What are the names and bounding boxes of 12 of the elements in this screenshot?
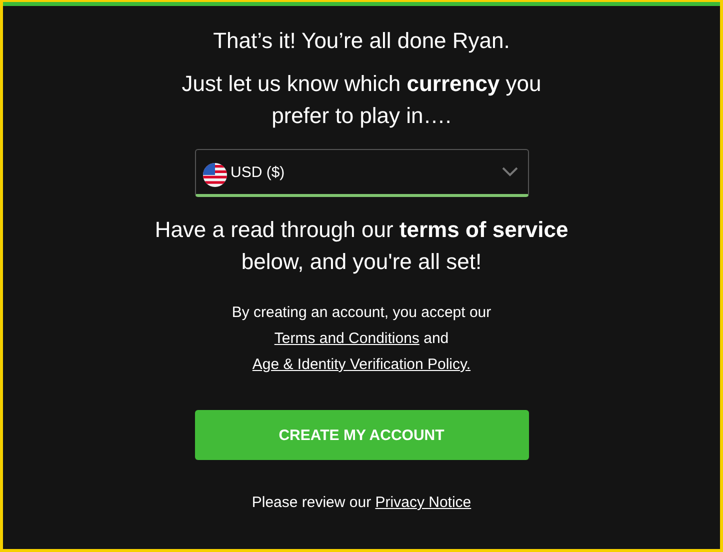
terms-link[interactable]: Terms and Conditions — [274, 330, 420, 347]
terms-heading: Have a read through our terms of service below, and you're all set! — [154, 216, 570, 276]
privacy-link[interactable]: Privacy Notice — [375, 494, 472, 511]
terms-note: By creating an account, you accept our Terms and Conditions and Age & Identity Verification Policy. — [230, 303, 492, 375]
currency-prompt: Just let us know which currency you prefer to play in…. — [180, 70, 542, 130]
flag-icon — [202, 163, 226, 187]
privacy-note: Please review our Privacy Notice — [250, 493, 472, 513]
chevron-down-icon — [502, 167, 518, 177]
currency-select[interactable]: USD ($) — [194, 149, 528, 197]
heading: That’s it! You’re all done Ryan. — [213, 28, 510, 54]
policy-link[interactable]: Age & Identity Verification Policy. — [252, 356, 471, 373]
currency-value: USD ($) — [230, 164, 286, 180]
